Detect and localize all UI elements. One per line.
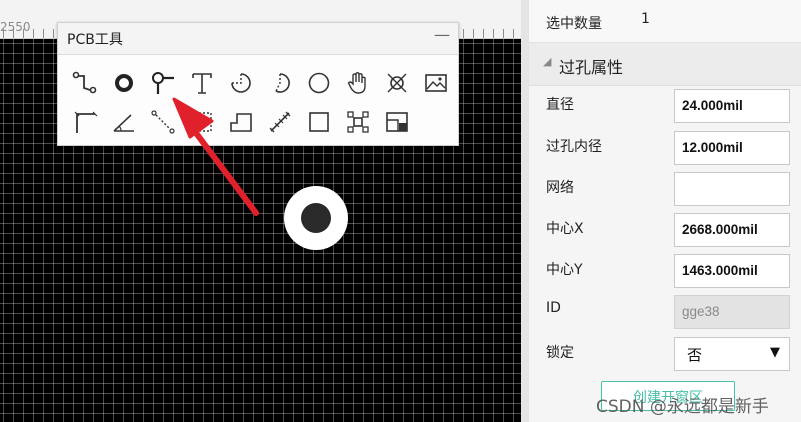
via-properties-header[interactable]: ◢ 过孔属性 (529, 43, 801, 86)
property-label: 中心X (546, 221, 584, 237)
property-label: ID (546, 300, 561, 316)
id-field: gge38 (674, 295, 790, 329)
rectangle-icon[interactable] (301, 107, 337, 137)
hole-diameter-field[interactable]: 12.000mil (674, 131, 790, 165)
circle-icon[interactable] (301, 68, 337, 98)
board-outline-icon[interactable] (379, 107, 415, 137)
via-icon[interactable] (106, 68, 142, 98)
selection-count-label: 选中数量 (546, 16, 602, 32)
property-label: 直径 (546, 97, 574, 113)
collapse-triangle-icon[interactable]: ◢ (543, 55, 551, 68)
dimension-icon[interactable] (67, 107, 103, 137)
chevron-down-icon: ▼ (770, 345, 780, 360)
property-label: 网络 (546, 180, 574, 196)
toolbar-title: PCB工具 (67, 32, 123, 48)
property-label: 中心Y (546, 262, 583, 278)
property-row-center-x: 中心X 2668.000mil (529, 209, 801, 250)
selection-count-row: 选中数量 1 (529, 0, 801, 43)
property-row-diameter: 直径 24.000mil (529, 85, 801, 126)
property-row-id: ID gge38 (529, 291, 801, 332)
group-icon[interactable] (340, 107, 376, 137)
net-field[interactable] (674, 172, 790, 206)
red-arrow-annotation (172, 97, 259, 216)
via-object[interactable] (284, 186, 348, 250)
track-icon[interactable] (67, 68, 103, 98)
hand-icon[interactable] (340, 68, 376, 98)
selection-count-value: 1 (641, 11, 650, 27)
lock-label: 锁定 (546, 345, 574, 361)
lock-select-value: 否 (687, 346, 703, 364)
property-row-lock: 锁定 否 ▼ (529, 333, 801, 374)
section-title: 过孔属性 (559, 58, 624, 77)
image-icon[interactable] (418, 68, 454, 98)
property-row-center-y: 中心Y 1463.000mil (529, 250, 801, 291)
create-solder-window-button[interactable]: 创建开窗区 (601, 381, 735, 411)
property-row-hole-diameter: 过孔内径 12.000mil (529, 127, 801, 168)
lock-select[interactable]: 否 ▼ (674, 337, 790, 371)
toolbar-header[interactable]: PCB工具 — (58, 23, 458, 55)
center-x-field[interactable]: 2668.000mil (674, 213, 790, 247)
center-y-field[interactable]: 1463.000mil (674, 254, 790, 288)
ruler-label: 2550 (0, 20, 31, 34)
diameter-field[interactable]: 24.000mil (674, 89, 790, 123)
angle-icon[interactable] (106, 107, 142, 137)
hole-icon[interactable] (379, 68, 415, 98)
properties-panel: 选中数量 1 ◢ 过孔属性 直径 24.000mil 过孔内径 12.000mi… (521, 0, 801, 422)
property-row-net: 网络 (529, 168, 801, 209)
minimize-button[interactable]: — (434, 25, 450, 44)
property-label: 过孔内径 (546, 139, 602, 155)
